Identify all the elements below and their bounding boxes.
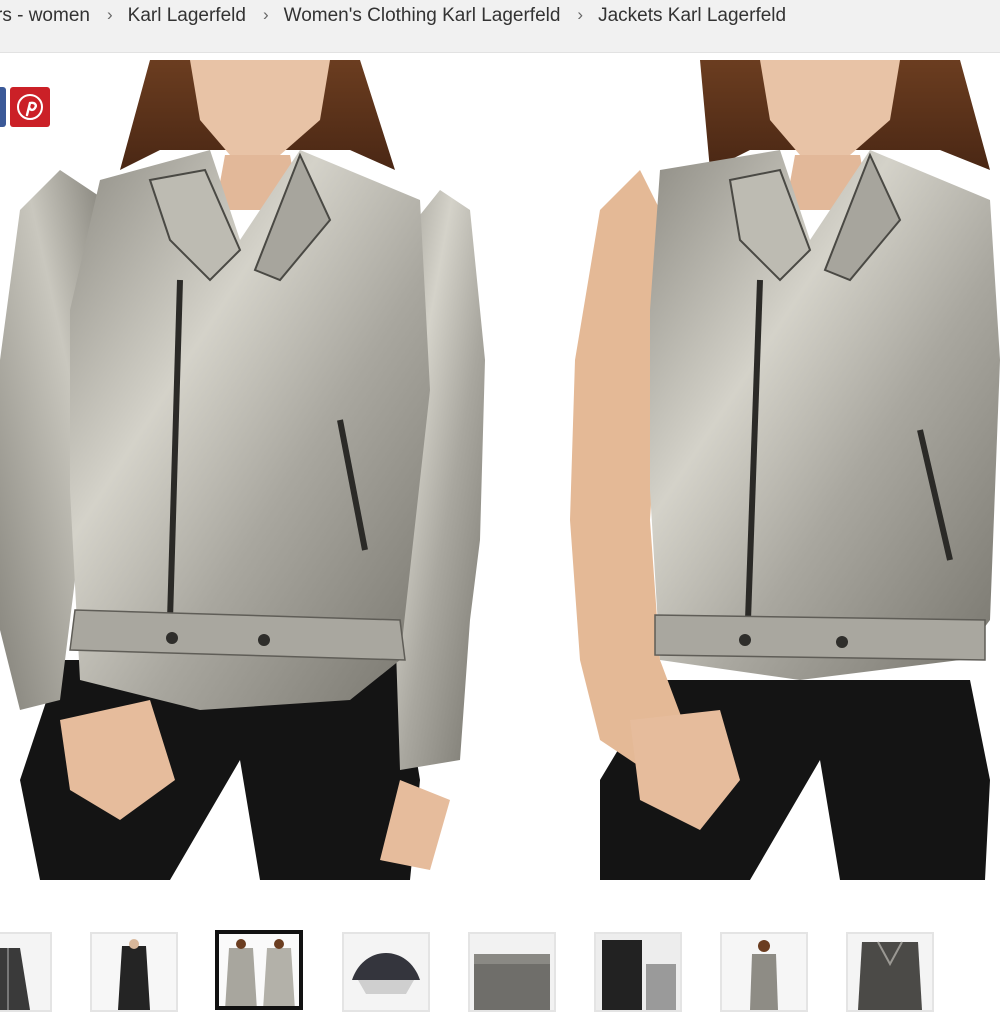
model-right-vest [570, 60, 1000, 880]
thumbnail-1[interactable] [0, 932, 52, 1012]
thumbnail-6[interactable] [594, 932, 682, 1012]
share-buttons [0, 87, 50, 127]
chevron-right-icon: › [262, 5, 269, 24]
thumbnail-strip [0, 930, 1000, 1012]
pinterest-share-button[interactable] [10, 87, 50, 127]
thumbnail-5[interactable] [468, 932, 556, 1012]
thumbnail-2[interactable] [90, 932, 178, 1012]
chevron-right-icon: › [106, 5, 113, 24]
pinterest-icon [17, 94, 43, 120]
model-left-jacket [0, 60, 485, 880]
breadcrumb-item-womens-clothing[interactable]: Women's Clothing Karl Lagerfeld [284, 5, 561, 27]
breadcrumb-item-women[interactable]: rs - women [0, 5, 90, 27]
thumbnail-3[interactable] [215, 930, 303, 1010]
thumbnail-4[interactable] [342, 932, 430, 1012]
thumbnail-8[interactable] [846, 932, 934, 1012]
breadcrumb-item-karl-lagerfeld[interactable]: Karl Lagerfeld [128, 5, 246, 27]
thumbnail-7[interactable] [720, 932, 808, 1012]
facebook-icon[interactable] [0, 87, 6, 127]
breadcrumb-item-jackets[interactable]: Jackets Karl Lagerfeld [598, 5, 786, 27]
breadcrumb: rs - women › Karl Lagerfeld › Women's Cl… [0, 0, 1000, 53]
main-product-image[interactable] [0, 60, 1000, 900]
chevron-right-icon: › [577, 5, 584, 24]
